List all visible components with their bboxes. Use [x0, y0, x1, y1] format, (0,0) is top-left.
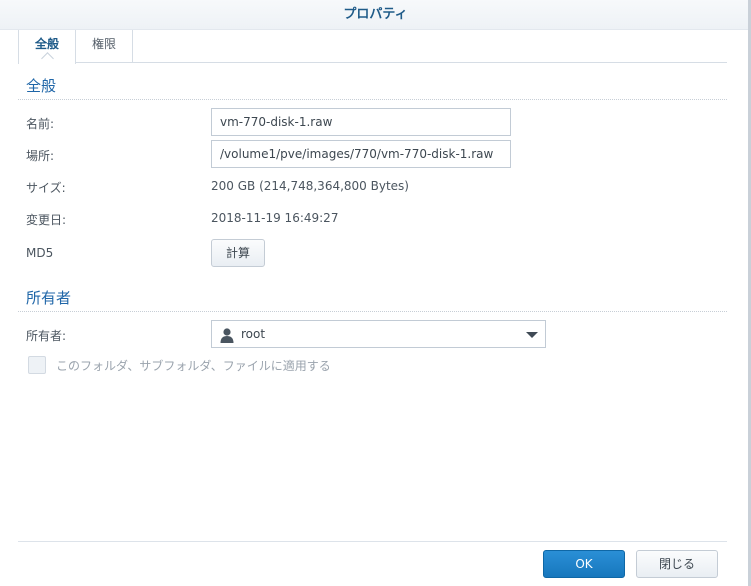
owner-label: 所有者: [26, 329, 67, 343]
dialog-title: プロパティ [343, 7, 408, 22]
close-button[interactable]: 閉じる [636, 550, 718, 578]
size-value: 200 GB (214,748,364,800 Bytes) [211, 179, 409, 193]
footer-divider [18, 541, 727, 542]
size-label: サイズ: [26, 181, 66, 195]
section-title-general: 全般 [26, 77, 57, 95]
md5-label: MD5 [26, 246, 54, 260]
tab-bar: 全般 権限 [18, 30, 727, 64]
chevron-down-icon[interactable] [526, 332, 538, 338]
apply-recursive-checkbox[interactable] [28, 356, 46, 374]
calculate-md5-button[interactable]: 計算 [211, 239, 265, 267]
user-icon [220, 328, 234, 343]
owner-value: root [241, 327, 266, 341]
apply-recursive-label: このフォルダ、サブフォルダ、ファイルに適用する [56, 359, 331, 373]
ok-button[interactable]: OK [543, 550, 625, 578]
name-field[interactable]: vm-770-disk-1.raw [211, 108, 511, 136]
owner-dropdown[interactable]: root [211, 320, 546, 348]
name-label: 名前: [26, 117, 55, 131]
modified-label: 変更日: [26, 213, 67, 227]
tab-general[interactable]: 全般 [18, 30, 76, 64]
dialog-titlebar: プロパティ [0, 0, 751, 30]
location-label: 場所: [26, 149, 55, 163]
location-field[interactable]: /volume1/pve/images/770/vm-770-disk-1.ra… [211, 140, 511, 168]
section-divider-owner [18, 311, 727, 312]
tab-permissions[interactable]: 権限 [76, 30, 133, 63]
modified-value: 2018-11-19 16:49:27 [211, 211, 339, 225]
section-title-owner: 所有者 [26, 289, 72, 307]
section-divider-general [18, 99, 727, 100]
